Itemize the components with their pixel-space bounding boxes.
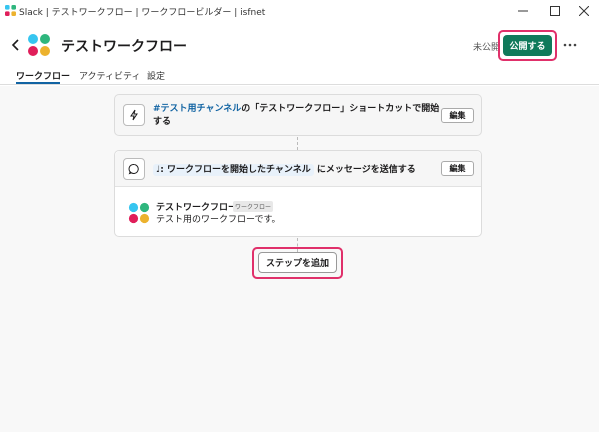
trigger-text-rest: の「テストワークフロー」ショートカットで開始 — [241, 104, 440, 114]
step-text-rest: にメッセージを送信する — [316, 165, 416, 175]
minimize-button[interactable] — [508, 0, 538, 22]
trigger-card[interactable]: #テスト用チャンネルの「テストワークフロー」ショートカットで開始 する 編集 — [114, 94, 482, 136]
edit-trigger-button[interactable]: 編集 — [441, 108, 474, 123]
trigger-description: #テスト用チャンネルの「テストワークフロー」ショートカットで開始 する — [153, 103, 443, 129]
slack-icon — [5, 5, 16, 16]
lightning-icon — [130, 109, 138, 121]
workflow-logo — [28, 34, 50, 56]
close-button[interactable] — [569, 0, 599, 22]
step-card-header: ♩: ワークフローを開始したチャンネル にメッセージを送信する 編集 — [115, 151, 481, 187]
step-card[interactable]: ♩: ワークフローを開始したチャンネル にメッセージを送信する 編集 テストワー… — [114, 150, 482, 237]
close-icon — [579, 6, 589, 16]
minimize-icon — [518, 10, 528, 12]
publish-button[interactable]: 公開する — [503, 35, 552, 56]
trigger-text-line2: する — [153, 117, 172, 127]
step-description: ♩: ワークフローを開始したチャンネル にメッセージを送信する — [153, 162, 416, 176]
active-tab-indicator — [16, 82, 60, 84]
tab-bar: ワークフロー アクティビティ 設定 — [0, 66, 599, 85]
more-horizontal-icon[interactable] — [563, 40, 577, 50]
maximize-button[interactable] — [540, 0, 570, 22]
tab-workflow[interactable]: ワークフロー — [16, 69, 70, 82]
trigger-icon-box — [123, 104, 145, 126]
add-step-button[interactable]: ステップを追加 — [258, 252, 337, 273]
chip-label: ワークフローを開始したチャンネル — [167, 165, 311, 175]
edit-step-button[interactable]: 編集 — [441, 161, 474, 176]
step-icon-box — [123, 158, 145, 180]
channel-variable-chip: ♩: ワークフローを開始したチャンネル — [153, 164, 314, 176]
message-bubble-icon — [128, 164, 139, 175]
status-badge: 未公開 — [473, 43, 501, 53]
window-title: Slack | テストワークフロー | ワークフロービルダー | isfnet — [19, 8, 266, 18]
window-titlebar: Slack | テストワークフロー | ワークフロービルダー | isfnet — [0, 0, 599, 22]
workflow-avatar — [128, 202, 150, 224]
maximize-icon — [550, 6, 560, 16]
channel-link[interactable]: #テスト用チャンネル — [153, 104, 241, 114]
step-connector — [297, 137, 298, 150]
workflow-badge: ワークフロー — [233, 201, 274, 212]
tab-activity[interactable]: アクティビティ — [79, 69, 140, 82]
chip-prefix: ♩: — [156, 165, 164, 175]
page-title: テストワークフロー — [61, 39, 187, 55]
message-body: テスト用のワークフローです。 — [156, 215, 281, 225]
chevron-left-icon[interactable] — [9, 38, 23, 52]
tab-settings[interactable]: 設定 — [147, 69, 165, 82]
